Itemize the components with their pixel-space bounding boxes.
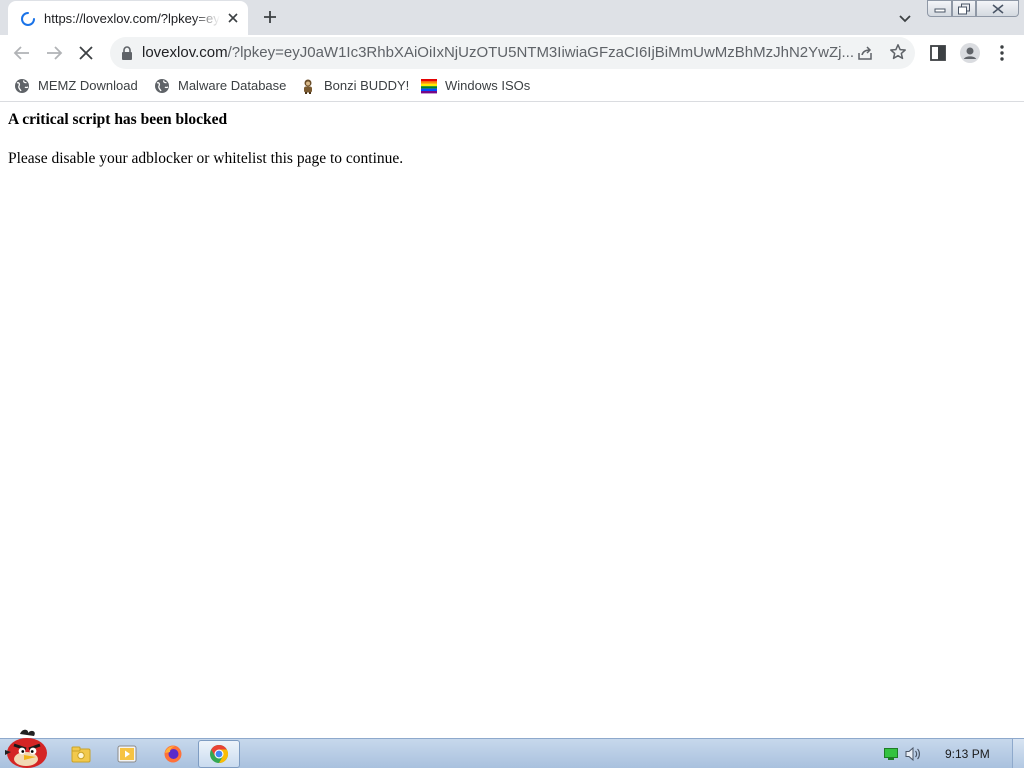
media-player-icon	[117, 745, 137, 763]
rainbow-flag-icon	[421, 79, 437, 94]
network-icon[interactable]	[884, 748, 898, 760]
bookmark-bonzi-buddy[interactable]: Bonzi BUDDY!	[300, 75, 410, 97]
browser-tab[interactable]: https://lovexlov.com/?lpkey=eyJ0aW1lc3Rh…	[8, 1, 248, 35]
window-controls	[927, 0, 1019, 17]
back-arrow-icon[interactable]	[11, 42, 33, 64]
share-icon[interactable]	[856, 44, 874, 62]
stop-loading-icon[interactable]	[75, 42, 97, 64]
minimize-icon	[934, 8, 945, 12]
bookmarks-bar: MEMZ Download Malware Database Bonzi BUD…	[0, 70, 1024, 102]
taskbar-media-player[interactable]	[106, 740, 148, 768]
new-tab-icon[interactable]	[259, 6, 281, 28]
globe-icon	[15, 79, 29, 93]
tab-title: https://lovexlov.com/?lpkey=eyJ0aW1lc3Rh…	[44, 11, 220, 26]
bookmark-star-icon[interactable]	[889, 43, 907, 61]
show-desktop-button[interactable]	[1012, 739, 1024, 768]
bookmark-label: Malware Database	[178, 78, 287, 93]
minimize-button[interactable]	[927, 0, 952, 17]
bookmark-label: MEMZ Download	[38, 78, 138, 93]
tab-strip: https://lovexlov.com/?lpkey=eyJ0aW1lc3Rh…	[0, 0, 1024, 35]
taskbar-firefox[interactable]	[152, 740, 194, 768]
bonzi-icon	[304, 79, 312, 94]
bookmark-memz-download[interactable]: MEMZ Download	[14, 75, 144, 97]
url-host: lovexlov.com	[142, 44, 228, 61]
kebab-menu-icon[interactable]	[991, 42, 1013, 64]
taskbar: 9:13 PM	[0, 738, 1024, 768]
globe-icon	[155, 79, 169, 93]
url-path: /?lpkey=eyJ0aW1Ic3RhbXAiOiIxNjUzOTU5NTM3…	[227, 44, 854, 61]
restore-icon	[958, 3, 970, 14]
page-message: Please disable your adblocker or whiteli…	[8, 150, 404, 167]
firefox-icon	[164, 745, 182, 763]
close-window-button[interactable]	[976, 0, 1019, 17]
bookmark-windows-isos[interactable]: Windows ISOs	[421, 75, 533, 97]
volume-icon[interactable]	[904, 746, 922, 762]
bookmark-label: Bonzi BUDDY!	[324, 78, 410, 93]
lock-icon[interactable]	[120, 45, 134, 61]
loading-spinner-icon	[21, 12, 35, 26]
browser-toolbar: lovexlov.com/?lpkey=eyJ0aW1Ic3RhbXAiOiIx…	[0, 35, 1024, 70]
restore-button[interactable]	[952, 0, 976, 17]
tab-search-chevron-icon[interactable]	[895, 8, 915, 28]
forward-arrow-icon[interactable]	[43, 42, 65, 64]
side-panel-icon[interactable]	[927, 42, 949, 64]
page-content: A critical script has been blocked Pleas…	[0, 103, 1024, 738]
start-button-icon[interactable]	[2, 728, 52, 768]
explorer-icon	[71, 746, 91, 763]
chrome-icon	[210, 745, 229, 763]
url-text[interactable]: lovexlov.com/?lpkey=eyJ0aW1Ic3RhbXAiOiIx…	[142, 44, 854, 61]
taskbar-chrome[interactable]	[198, 740, 240, 768]
close-window-icon	[992, 3, 1003, 14]
address-bar[interactable]: lovexlov.com/?lpkey=eyJ0aW1Ic3RhbXAiOiIx…	[110, 37, 915, 69]
taskbar-explorer[interactable]	[60, 740, 102, 768]
page-heading: A critical script has been blocked	[8, 111, 228, 128]
close-tab-icon[interactable]	[224, 9, 242, 27]
clock[interactable]: 9:13 PM	[945, 747, 990, 761]
profile-avatar-icon[interactable]	[959, 42, 981, 64]
bookmark-label: Windows ISOs	[445, 78, 531, 93]
bookmark-malware-database[interactable]: Malware Database	[154, 75, 290, 97]
